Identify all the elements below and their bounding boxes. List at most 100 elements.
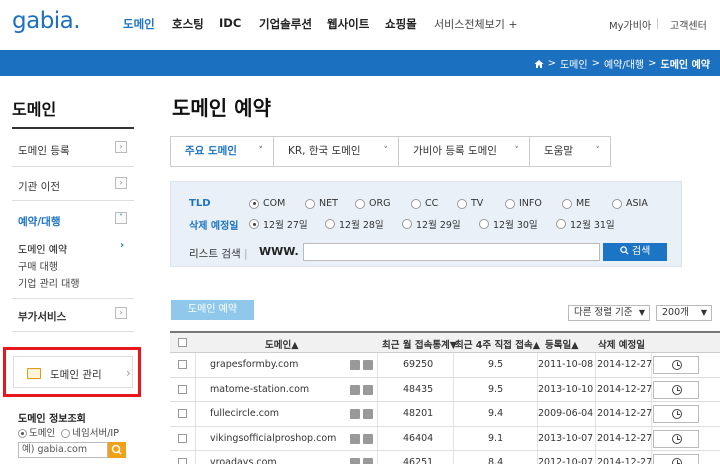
search-icon[interactable] xyxy=(363,433,373,444)
sidebar-subitem-purchase-agent[interactable]: 구매 대행 xyxy=(18,258,58,273)
row-checkbox[interactable] xyxy=(178,433,187,443)
radio-tld-info[interactable]: INFO xyxy=(505,198,542,209)
table-header: 도메인▲ 최근 월 접속통계▼ 최근 4주 직접 접속▲ 등록일▲ 삭제 예정일 xyxy=(170,331,720,353)
sidebar-item-domain-register[interactable]: 도메인 등록 xyxy=(18,143,70,158)
sidebar-item-reserve-agent[interactable]: 예약/대행 xyxy=(18,214,60,229)
direct-access-value: 8.4 xyxy=(488,457,504,464)
monthly-stats-value: 46251 xyxy=(403,457,434,464)
row-checkbox[interactable] xyxy=(178,409,187,418)
chevron-right-icon[interactable]: › xyxy=(115,141,127,153)
list-search-input[interactable] xyxy=(303,243,600,261)
search-icon[interactable] xyxy=(363,409,373,419)
search-icon[interactable] xyxy=(363,384,373,395)
reserve-clock-button[interactable] xyxy=(653,356,699,374)
radio-date-1227[interactable]: 12월 27일 xyxy=(249,217,308,231)
sidebar-item-institution-transfer[interactable]: 기관 이전 xyxy=(18,179,60,194)
nav-idc[interactable]: IDC xyxy=(219,16,241,30)
gabia-logo[interactable]: gabia. xyxy=(12,8,81,34)
search-icon[interactable] xyxy=(363,458,373,464)
sidebar-subitem-domain-reserve[interactable]: 도메인 예약 xyxy=(18,241,67,256)
delete-date-value: 2014-12-27 xyxy=(597,359,653,370)
domain-name[interactable]: fullecircle.com xyxy=(210,408,279,419)
stats-icon[interactable] xyxy=(350,433,360,444)
chevron-down-icon[interactable]: ˅ xyxy=(115,212,127,224)
row-checkbox[interactable] xyxy=(178,458,187,464)
radio-date-1230[interactable]: 12월 30일 xyxy=(479,217,538,231)
row-icons xyxy=(350,360,374,370)
nav-hosting[interactable]: 호스팅 xyxy=(172,16,204,32)
search-icon[interactable] xyxy=(363,360,373,370)
direct-access-value: 9.5 xyxy=(488,359,504,370)
radio-tld-net[interactable]: NET xyxy=(305,198,338,209)
row-checkbox[interactable] xyxy=(178,360,187,369)
domain-reserve-button[interactable]: 도메인 예약 xyxy=(171,300,254,320)
radio-tld-me[interactable]: ME xyxy=(562,198,590,209)
stats-icon[interactable] xyxy=(350,458,360,464)
domain-name[interactable]: vroadays.com xyxy=(210,457,277,464)
breadcrumb-domain[interactable]: 도메인 xyxy=(560,56,588,71)
radio-nameserver[interactable]: 네임서버/IP xyxy=(61,425,119,439)
header-domain[interactable]: 도메인▲ xyxy=(265,337,299,351)
domain-name[interactable]: matome-station.com xyxy=(210,384,309,395)
domain-name[interactable]: grapesformby.com xyxy=(210,359,298,370)
radio-domain[interactable]: 도메인 xyxy=(18,425,55,439)
stats-icon[interactable] xyxy=(350,384,360,395)
domain-info-search-button[interactable] xyxy=(108,442,126,458)
sidebar-divider xyxy=(12,331,134,332)
stats-icon[interactable] xyxy=(350,360,360,370)
nav-all-services[interactable]: 서비스전체보기 + xyxy=(434,16,518,32)
tab-major-domain[interactable]: 주요 도메인 ˅ xyxy=(171,137,274,166)
table-row: fullecircle.com 48201 9.4 2009-06-04 2014-12… xyxy=(170,402,720,427)
domain-name[interactable]: vikingsofficialproshop.com xyxy=(210,433,336,444)
home-icon[interactable] xyxy=(534,59,544,69)
sort-select[interactable]: 다른 정렬 기준 ▼ xyxy=(568,305,650,321)
header-monthly-stats[interactable]: 최근 월 접속통계▼ xyxy=(382,337,457,351)
chevron-right-icon[interactable]: › xyxy=(115,177,127,189)
nav-shopping-mall[interactable]: 쇼핑몰 xyxy=(385,16,417,32)
clock-icon xyxy=(672,409,682,419)
sidebar-divider xyxy=(12,166,134,167)
reserve-clock-button[interactable] xyxy=(653,405,699,423)
chevron-down-icon: ˅ xyxy=(383,146,389,156)
delete-date-label: 삭제 예정일 xyxy=(189,221,239,232)
reserve-clock-button[interactable] xyxy=(653,380,699,399)
radio-date-1231[interactable]: 12월 31일 xyxy=(556,217,615,231)
count-select[interactable]: 200개 ▼ xyxy=(656,305,712,321)
list-search-button[interactable]: 검색 xyxy=(603,243,667,261)
sidebar-item-extra-services[interactable]: 부가서비스 xyxy=(18,309,66,324)
table-row: matome-station.com 48435 9.5 2013-10-10 2014… xyxy=(170,378,720,402)
radio-date-1229[interactable]: 12월 29일 xyxy=(402,217,461,231)
radio-tld-com[interactable]: COM xyxy=(249,198,285,209)
radio-tld-cc[interactable]: CC xyxy=(411,198,438,209)
tab-kr-domain[interactable]: KR, 한국 도메인 ˅ xyxy=(274,137,399,166)
header-register-date[interactable]: 등록일▲ xyxy=(545,337,579,351)
tab-help[interactable]: 도움말 ˅ xyxy=(530,137,610,166)
domain-info-search-input[interactable]: 예) gabia.com xyxy=(18,442,108,458)
chevron-right-icon[interactable]: › xyxy=(115,307,127,319)
delete-date-value: 2014-12-27 xyxy=(597,383,653,395)
sidebar-divider xyxy=(12,200,134,201)
select-all-checkbox[interactable] xyxy=(178,338,187,347)
top-navigation: gabia. 도메인 호스팅 IDC 기업솔루션 웹사이트 쇼핑몰 서비스전체보… xyxy=(0,0,720,50)
direct-access-value: 9.1 xyxy=(488,432,504,444)
row-icons xyxy=(350,458,374,464)
nav-domain[interactable]: 도메인 xyxy=(123,16,155,32)
stats-icon[interactable] xyxy=(350,409,360,419)
customer-center-link[interactable]: 고객센터 xyxy=(670,17,707,32)
radio-tld-asia[interactable]: ASIA xyxy=(612,198,648,209)
tab-gabia-registered[interactable]: 가비아 등록 도메인 ˅ xyxy=(399,137,530,166)
nav-website[interactable]: 웹사이트 xyxy=(327,16,369,32)
register-date-value: 2011-10-08 xyxy=(538,359,594,370)
row-checkbox[interactable] xyxy=(178,384,187,394)
reserve-clock-button[interactable] xyxy=(653,454,699,464)
domain-manage-button[interactable]: 도메인 관리 › xyxy=(13,356,133,388)
sidebar-subitem-enterprise-agent[interactable]: 기업 관리 대행 xyxy=(18,275,80,290)
reserve-clock-button[interactable] xyxy=(653,429,699,448)
nav-enterprise-solution[interactable]: 기업솔루션 xyxy=(259,16,312,32)
radio-tld-tv[interactable]: TV xyxy=(457,198,483,209)
my-gabia-link[interactable]: My가비아 xyxy=(609,17,651,32)
radio-tld-org[interactable]: ORG xyxy=(355,198,390,209)
breadcrumb-reserve[interactable]: 예약/대행 xyxy=(604,56,644,71)
header-direct-access[interactable]: 최근 4주 직접 접속▲ xyxy=(455,337,540,351)
radio-date-1228[interactable]: 12월 28일 xyxy=(325,217,384,231)
